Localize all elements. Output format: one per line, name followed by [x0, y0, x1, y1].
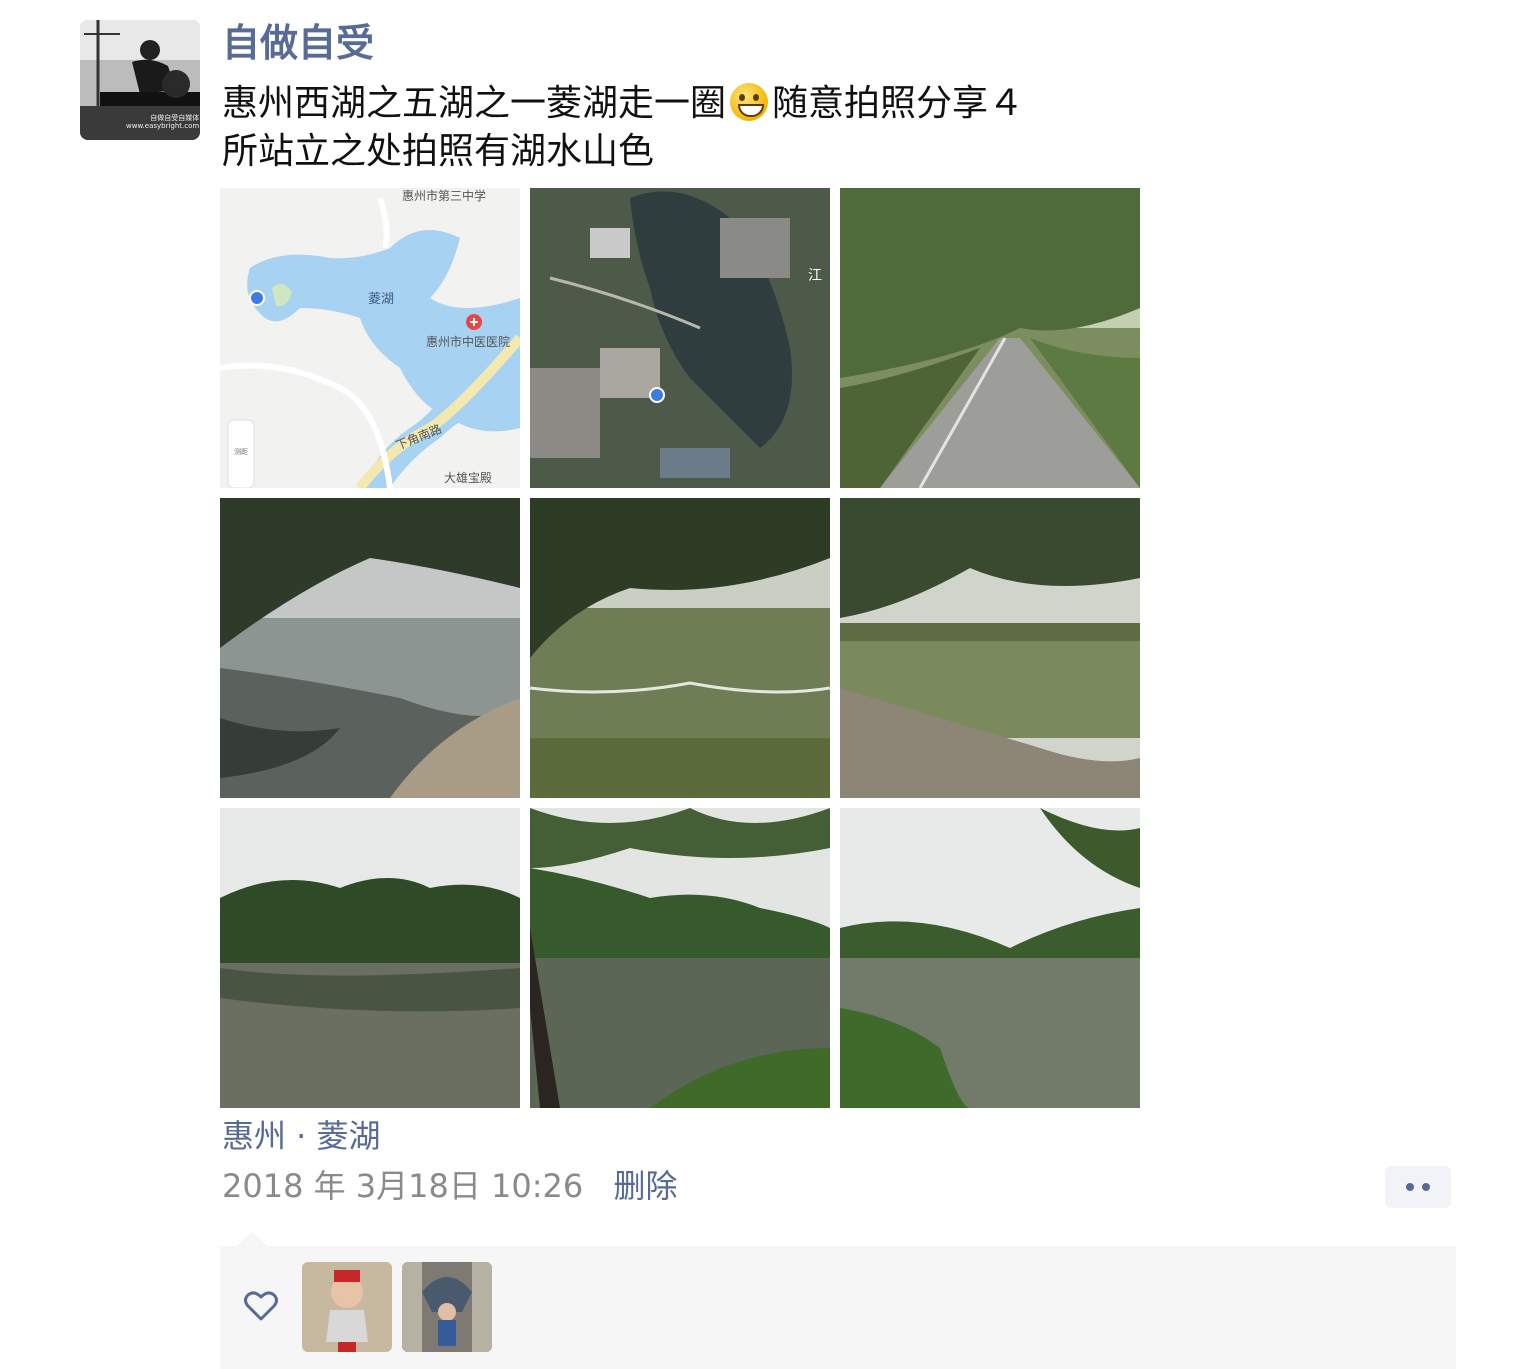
heart-icon	[244, 1291, 278, 1321]
post-text-part2: 随意拍照分享４	[772, 83, 1025, 124]
photo-map[interactable]: 惠州市第三中学 菱湖 惠州市中医医院 下角南路 大雄宝殿 测距	[220, 188, 520, 488]
likes-panel	[220, 1246, 1456, 1369]
avatar-caption-line1: 自做自受自媒体	[150, 114, 200, 122]
delete-button[interactable]: 删除	[613, 1167, 677, 1205]
photo-lake-6[interactable]	[840, 808, 1140, 1108]
avatar-caption-line2: www.easybright.com	[126, 122, 200, 130]
timestamp: 2018 年 3月18日 10:26	[222, 1167, 584, 1205]
location-link[interactable]: 惠州 · 菱湖	[222, 1114, 381, 1158]
liker-avatar[interactable]	[402, 1262, 492, 1352]
photo-lake-4[interactable]	[220, 808, 520, 1108]
photo-satellite[interactable]: 江	[530, 188, 830, 488]
map-label-lake: 菱湖	[368, 292, 394, 307]
photo-grid: 惠州市第三中学 菱湖 惠州市中医医院 下角南路 大雄宝殿 测距 江	[220, 188, 1140, 1108]
avatar[interactable]: 自做自受自媒体 www.easybright.com	[80, 20, 200, 140]
grinning-face-icon	[730, 83, 769, 121]
satellite-label: 江	[808, 268, 822, 284]
post-meta: 2018 年 3月18日 10:26 删除	[222, 1164, 677, 1208]
photo-lake-2[interactable]	[530, 498, 830, 798]
liker-avatar[interactable]	[302, 1262, 392, 1352]
likes-pointer	[236, 1232, 268, 1246]
map-label-temple: 大雄宝殿	[444, 470, 492, 485]
username[interactable]: 自做自受	[222, 20, 374, 66]
map-zoom-label: 测距	[234, 448, 248, 456]
post-text-part1: 惠州西湖之五湖之一菱湖走一圈	[222, 83, 727, 124]
more-icon-dot	[1422, 1183, 1430, 1191]
post-text-line1: 惠州西湖之五湖之一菱湖走一圈 随意拍照分享４	[222, 80, 1182, 128]
photo-lake-3[interactable]	[840, 498, 1140, 798]
map-label-school: 惠州市第三中学	[402, 188, 486, 203]
photo-path[interactable]	[840, 188, 1140, 488]
more-button[interactable]	[1385, 1166, 1451, 1208]
more-icon	[1406, 1183, 1414, 1191]
photo-lake-5[interactable]	[530, 808, 830, 1108]
post-text: 惠州西湖之五湖之一菱湖走一圈 随意拍照分享４ 所站立之处拍照有湖水山色	[222, 80, 1182, 176]
post-text-line2: 所站立之处拍照有湖水山色	[222, 131, 655, 172]
photo-lake-1[interactable]	[220, 498, 520, 798]
map-label-hospital: 惠州市中医医院	[426, 334, 510, 349]
